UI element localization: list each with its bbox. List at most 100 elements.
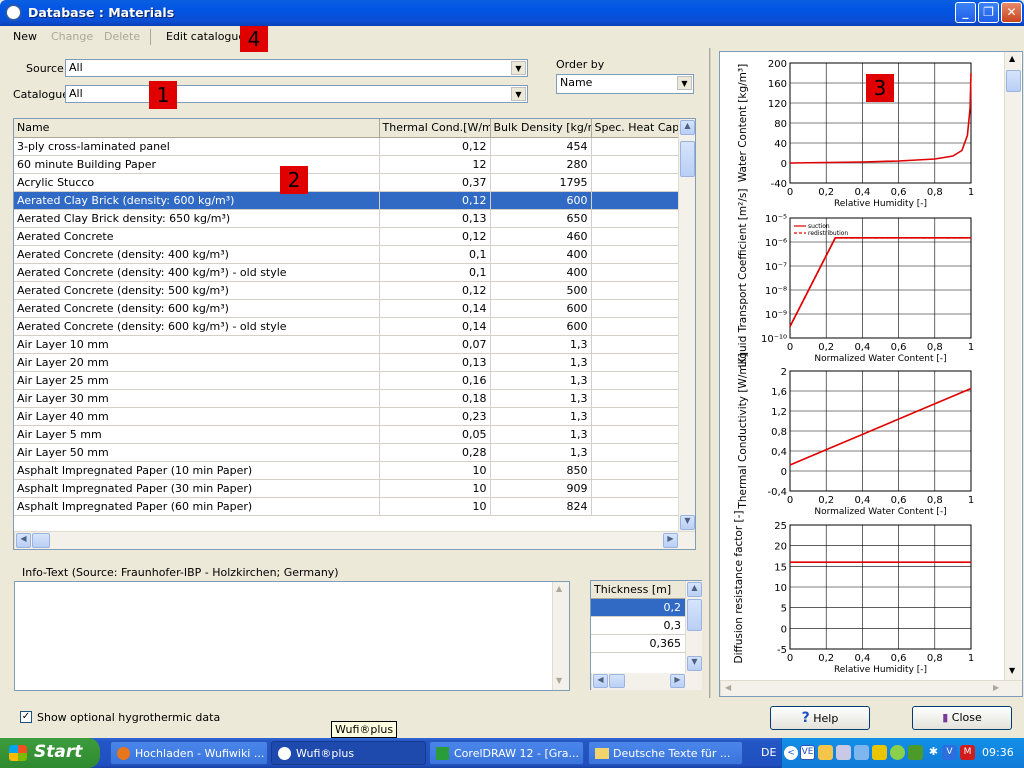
- scroll-down-icon[interactable]: ▼: [1009, 666, 1015, 675]
- y-tick-label: 10⁻⁸: [765, 286, 787, 297]
- menu-edit-catalogue[interactable]: Edit catalogue: [166, 30, 245, 43]
- table-row[interactable]: Air Layer 50 mm 0,28 1,3: [14, 443, 679, 462]
- task-wufi[interactable]: Wufi®plus: [271, 741, 426, 765]
- table-row[interactable]: Air Layer 5 mm 0,05 1,3: [14, 425, 679, 444]
- scroll-right-icon[interactable]: ▶: [993, 683, 999, 692]
- column-header-bulk-density[interactable]: Bulk Density [kg/m³]: [490, 119, 592, 138]
- cell-bulk-density: 1795: [490, 173, 592, 192]
- scroll-thumb[interactable]: [687, 599, 702, 631]
- table-row[interactable]: 3-ply cross-laminated panel 0,12 454: [14, 137, 679, 156]
- scroll-up-icon[interactable]: ▲: [556, 584, 562, 593]
- catalogue-combo[interactable]: All ▼: [65, 85, 528, 103]
- cell-thermal-cond: 0,14: [379, 299, 491, 318]
- close-window-button[interactable]: ✕: [1001, 2, 1022, 23]
- table-row[interactable]: Air Layer 30 mm 0,18 1,3: [14, 389, 679, 408]
- hscroll-thumb[interactable]: [32, 533, 50, 548]
- table-row[interactable]: Asphalt Impregnated Paper (60 min Paper)…: [14, 497, 679, 516]
- table-row[interactable]: Air Layer 10 mm 0,07 1,3: [14, 335, 679, 354]
- tray-v-icon[interactable]: V: [942, 745, 957, 760]
- chevron-down-icon[interactable]: ▼: [511, 87, 526, 101]
- cell-name: Air Layer 10 mm: [14, 335, 380, 354]
- source-combo[interactable]: All ▼: [65, 59, 528, 77]
- menu-change[interactable]: Change: [51, 30, 93, 43]
- table-vertical-scrollbar[interactable]: ▲ ▼: [678, 119, 695, 531]
- scroll-right-icon[interactable]: ▶: [670, 674, 685, 688]
- table-row[interactable]: Aerated Concrete (density: 500 kg/m³) 0,1…: [14, 281, 679, 300]
- optional-data-checkbox[interactable]: ✓: [20, 711, 32, 723]
- chevron-down-icon[interactable]: ▼: [677, 76, 692, 90]
- menu-new[interactable]: New: [13, 30, 37, 43]
- tray-network-icon[interactable]: [836, 745, 851, 760]
- minimize-button[interactable]: _: [955, 2, 976, 23]
- x-axis-label: Normalized Water Content [-]: [814, 507, 946, 517]
- cell-bulk-density: 400: [490, 245, 592, 264]
- thickness-vscrollbar[interactable]: ▲ ▼: [685, 581, 702, 673]
- info-scrollbar[interactable]: ▲ ▼: [552, 582, 569, 690]
- thickness-row[interactable]: 0,365: [591, 635, 685, 653]
- restore-button[interactable]: ❐: [978, 2, 999, 23]
- plots-hscrollbar[interactable]: ◀ ▶: [720, 680, 1022, 696]
- scroll-down-icon[interactable]: ▼: [680, 515, 695, 530]
- thickness-hscrollbar[interactable]: ◀ ▶: [591, 673, 702, 690]
- table-row[interactable]: Aerated Clay Brick (density: 600 kg/m³) 0…: [14, 191, 679, 210]
- table-row[interactable]: Air Layer 20 mm 0,13 1,3: [14, 353, 679, 372]
- column-header-thermal-cond[interactable]: Thermal Cond.[W/mK]: [379, 119, 491, 138]
- table-row[interactable]: Aerated Concrete (density: 400 kg/m³) 0,1…: [14, 245, 679, 264]
- tray-messenger-icon[interactable]: [890, 745, 905, 760]
- scroll-right-icon[interactable]: ▶: [663, 533, 678, 548]
- tray-sync-icon[interactable]: [908, 745, 923, 760]
- table-row[interactable]: Aerated Clay Brick density: 650 kg/m³) 0,…: [14, 209, 679, 228]
- table-row[interactable]: Air Layer 25 mm 0,16 1,3: [14, 371, 679, 390]
- column-header-spec-heat[interactable]: Spec. Heat Cap.[: [591, 119, 679, 138]
- thickness-row[interactable]: 0,2: [591, 599, 685, 617]
- splitter[interactable]: [709, 48, 711, 698]
- start-button[interactable]: Start: [0, 738, 100, 768]
- scroll-left-icon[interactable]: ◀: [16, 533, 31, 548]
- y-tick-label: -0,4: [767, 487, 787, 498]
- table-row[interactable]: Aerated Concrete (density: 600 kg/m³) 0,1…: [14, 299, 679, 318]
- column-header-name[interactable]: Name: [14, 119, 380, 138]
- cell-name: Aerated Clay Brick (density: 600 kg/m³): [14, 191, 380, 210]
- tray-security-icon[interactable]: [872, 745, 887, 760]
- menu-delete[interactable]: Delete: [104, 30, 140, 43]
- x-axis-label: Relative Humidity [-]: [834, 199, 927, 209]
- table-row[interactable]: Asphalt Impregnated Paper (10 min Paper)…: [14, 461, 679, 480]
- order-by-combo[interactable]: Name ▼: [556, 74, 694, 94]
- scroll-left-icon[interactable]: ◀: [725, 683, 731, 692]
- tray-expand-icon[interactable]: <: [784, 746, 798, 760]
- info-text-box[interactable]: ▲ ▼: [14, 581, 570, 691]
- tray-app-icon[interactable]: [818, 745, 833, 760]
- plots-vscrollbar[interactable]: ▲ ▼: [1004, 52, 1021, 680]
- task-folder[interactable]: Deutsche Texte für ...: [588, 741, 743, 765]
- tray-ve-icon[interactable]: VE: [800, 745, 815, 760]
- scroll-left-icon[interactable]: ◀: [593, 674, 608, 688]
- table-row[interactable]: Air Layer 40 mm 0,23 1,3: [14, 407, 679, 426]
- scroll-down-icon[interactable]: ▼: [556, 676, 562, 685]
- task-coreldraw[interactable]: CorelDRAW 12 - [Gra...: [429, 741, 584, 765]
- scroll-thumb[interactable]: [680, 141, 695, 177]
- cell-thermal-cond: 0,07: [379, 335, 491, 354]
- language-indicator[interactable]: DE: [761, 746, 776, 759]
- scroll-up-icon[interactable]: ▲: [1009, 54, 1015, 63]
- table-row[interactable]: Aerated Concrete (density: 600 kg/m³) - …: [14, 317, 679, 336]
- table-row[interactable]: 60 minute Building Paper 12 280: [14, 155, 679, 174]
- table-row[interactable]: Aerated Concrete (density: 400 kg/m³) - …: [14, 263, 679, 282]
- cell-thermal-cond: 0,14: [379, 317, 491, 336]
- thickness-row[interactable]: 0,3: [591, 617, 685, 635]
- table-row[interactable]: Asphalt Impregnated Paper (30 min Paper)…: [14, 479, 679, 498]
- table-row[interactable]: Acrylic Stucco 0,37 1795: [14, 173, 679, 192]
- scroll-up-icon[interactable]: ▲: [687, 582, 702, 597]
- table-horizontal-scrollbar[interactable]: ◀ ▶: [14, 531, 695, 549]
- task-firefox[interactable]: Hochladen - Wufiwiki ...: [110, 741, 268, 765]
- help-button[interactable]: ? Help: [770, 706, 870, 730]
- scroll-down-icon[interactable]: ▼: [687, 656, 702, 671]
- hscroll-thumb[interactable]: [609, 674, 625, 688]
- table-row[interactable]: Aerated Concrete 0,12 460: [14, 227, 679, 246]
- close-button[interactable]: ▮ Close: [912, 706, 1012, 730]
- tray-wireless-icon[interactable]: [854, 745, 869, 760]
- tray-m-icon[interactable]: M: [960, 745, 975, 760]
- bluetooth-icon[interactable]: ✱: [926, 745, 941, 760]
- scroll-up-icon[interactable]: ▲: [680, 120, 695, 135]
- chevron-down-icon[interactable]: ▼: [511, 61, 526, 75]
- scroll-thumb[interactable]: [1006, 70, 1021, 92]
